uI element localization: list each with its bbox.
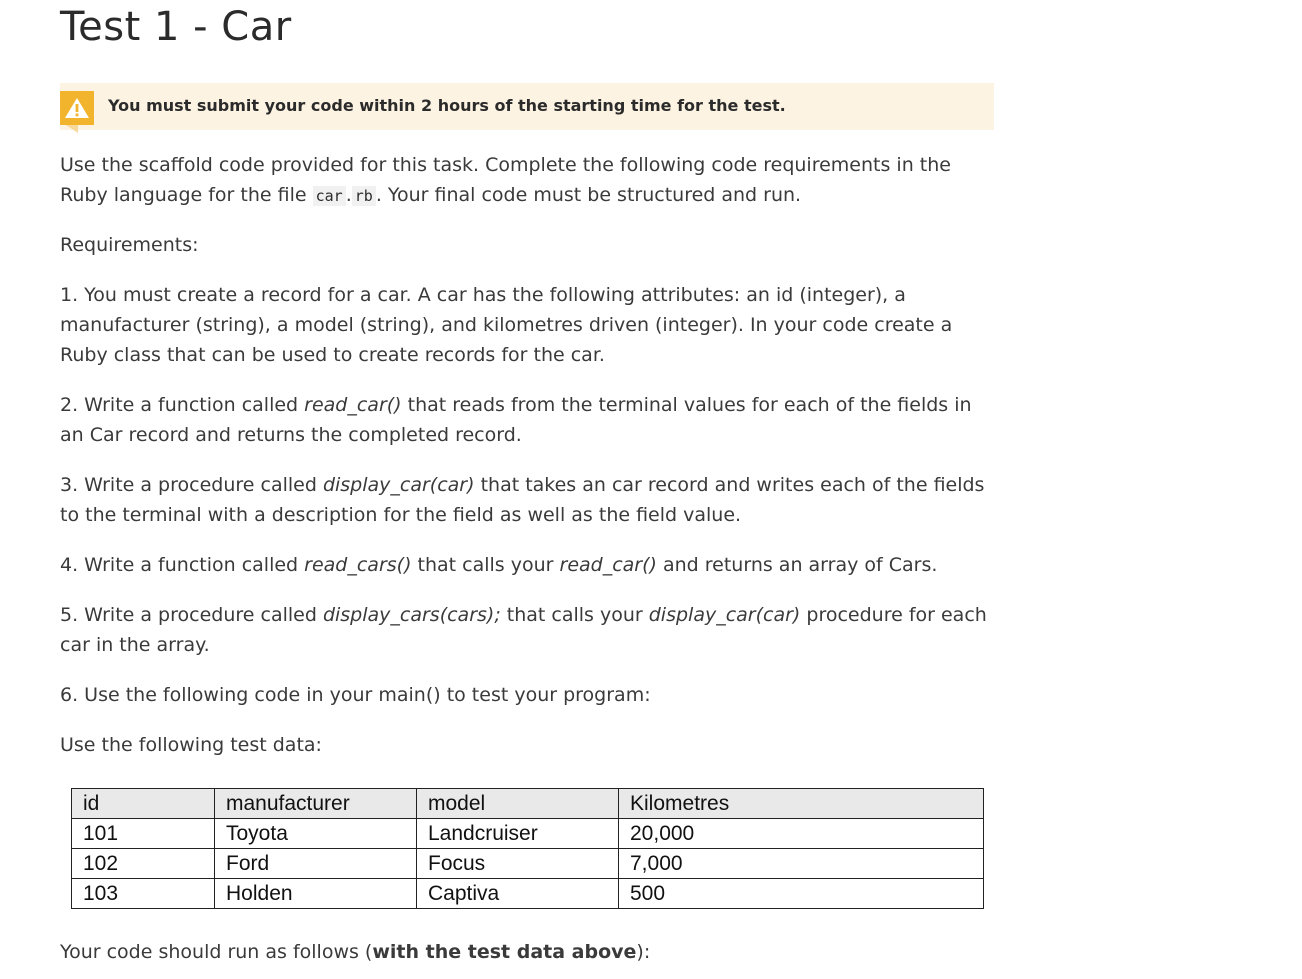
cell-id: 102 [71,848,215,879]
warning-banner: You must submit your code within 2 hours… [60,83,994,133]
header-id: id [71,788,215,819]
extension-code: rb [351,186,376,206]
test-data-table: id manufacturer model Kilometres 101 Toy… [71,788,984,909]
header-model: model [416,788,619,819]
req4-function: read_cars() [304,554,412,576]
requirement-2: 2. Write a function called read_car() th… [60,390,990,450]
table-header-row: id manufacturer model Kilometres [71,788,984,819]
warning-triangle-icon [60,91,94,125]
warning-text: You must submit your code within 2 hours… [108,96,786,115]
cell-kilometres: 500 [618,878,984,909]
req2-function: read_car() [304,394,402,416]
cell-manufacturer: Ford [214,848,417,879]
cell-kilometres: 7,000 [618,848,984,879]
requirement-5: 5. Write a procedure called display_cars… [60,600,990,660]
cell-manufacturer: Toyota [214,818,417,849]
req5-text-mid: that calls your [500,604,649,626]
footer-text-end: ): [636,941,651,963]
warning-tail [66,125,78,133]
test-data-label: Use the following test data: [60,734,322,756]
req5-function: display_cars(cars); [322,604,501,626]
req3-function: display_car(car) [322,474,475,496]
filename-code: car [312,186,346,206]
table-row: 101 Toyota Landcruiser 20,000 [71,818,984,849]
requirement-1: 1. You must create a record for a car. A… [60,284,953,366]
cell-kilometres: 20,000 [618,818,984,849]
req4-text-end: and returns an array of Cars. [656,554,938,576]
cell-model: Captiva [416,878,619,909]
cell-id: 103 [71,878,215,909]
req4-function-2: read_car() [559,554,657,576]
page-title: Test 1 - Car [60,4,292,50]
header-kilometres: Kilometres [618,788,984,819]
header-manufacturer: manufacturer [214,788,417,819]
requirements-label: Requirements: [60,234,199,256]
req3-text: 3. Write a procedure called [60,474,323,496]
footer-text: Your code should run as follows ( [60,941,373,963]
req5-text: 5. Write a procedure called [60,604,323,626]
cell-id: 101 [71,818,215,849]
req5-function-2: display_car(car) [648,604,801,626]
req4-text-mid: that calls your [411,554,560,576]
req4-text: 4. Write a function called [60,554,305,576]
cell-model: Focus [416,848,619,879]
intro-paragraph: Use the scaffold code provided for this … [60,150,990,211]
requirement-4: 4. Write a function called read_cars() t… [60,550,990,580]
table-row: 102 Ford Focus 7,000 [71,848,984,879]
footer-bold: with the test data above [372,941,637,963]
footer-paragraph: Your code should run as follows (with th… [60,937,990,967]
cell-model: Landcruiser [416,818,619,849]
requirement-6: 6. Use the following code in your main()… [60,684,651,706]
filename-dot: . [345,184,352,206]
intro-text-end: . Your final code must be structured and… [375,184,802,206]
req2-text: 2. Write a function called [60,394,305,416]
table-row: 103 Holden Captiva 500 [71,878,984,909]
cell-manufacturer: Holden [214,878,417,909]
requirement-3: 3. Write a procedure called display_car(… [60,470,990,530]
